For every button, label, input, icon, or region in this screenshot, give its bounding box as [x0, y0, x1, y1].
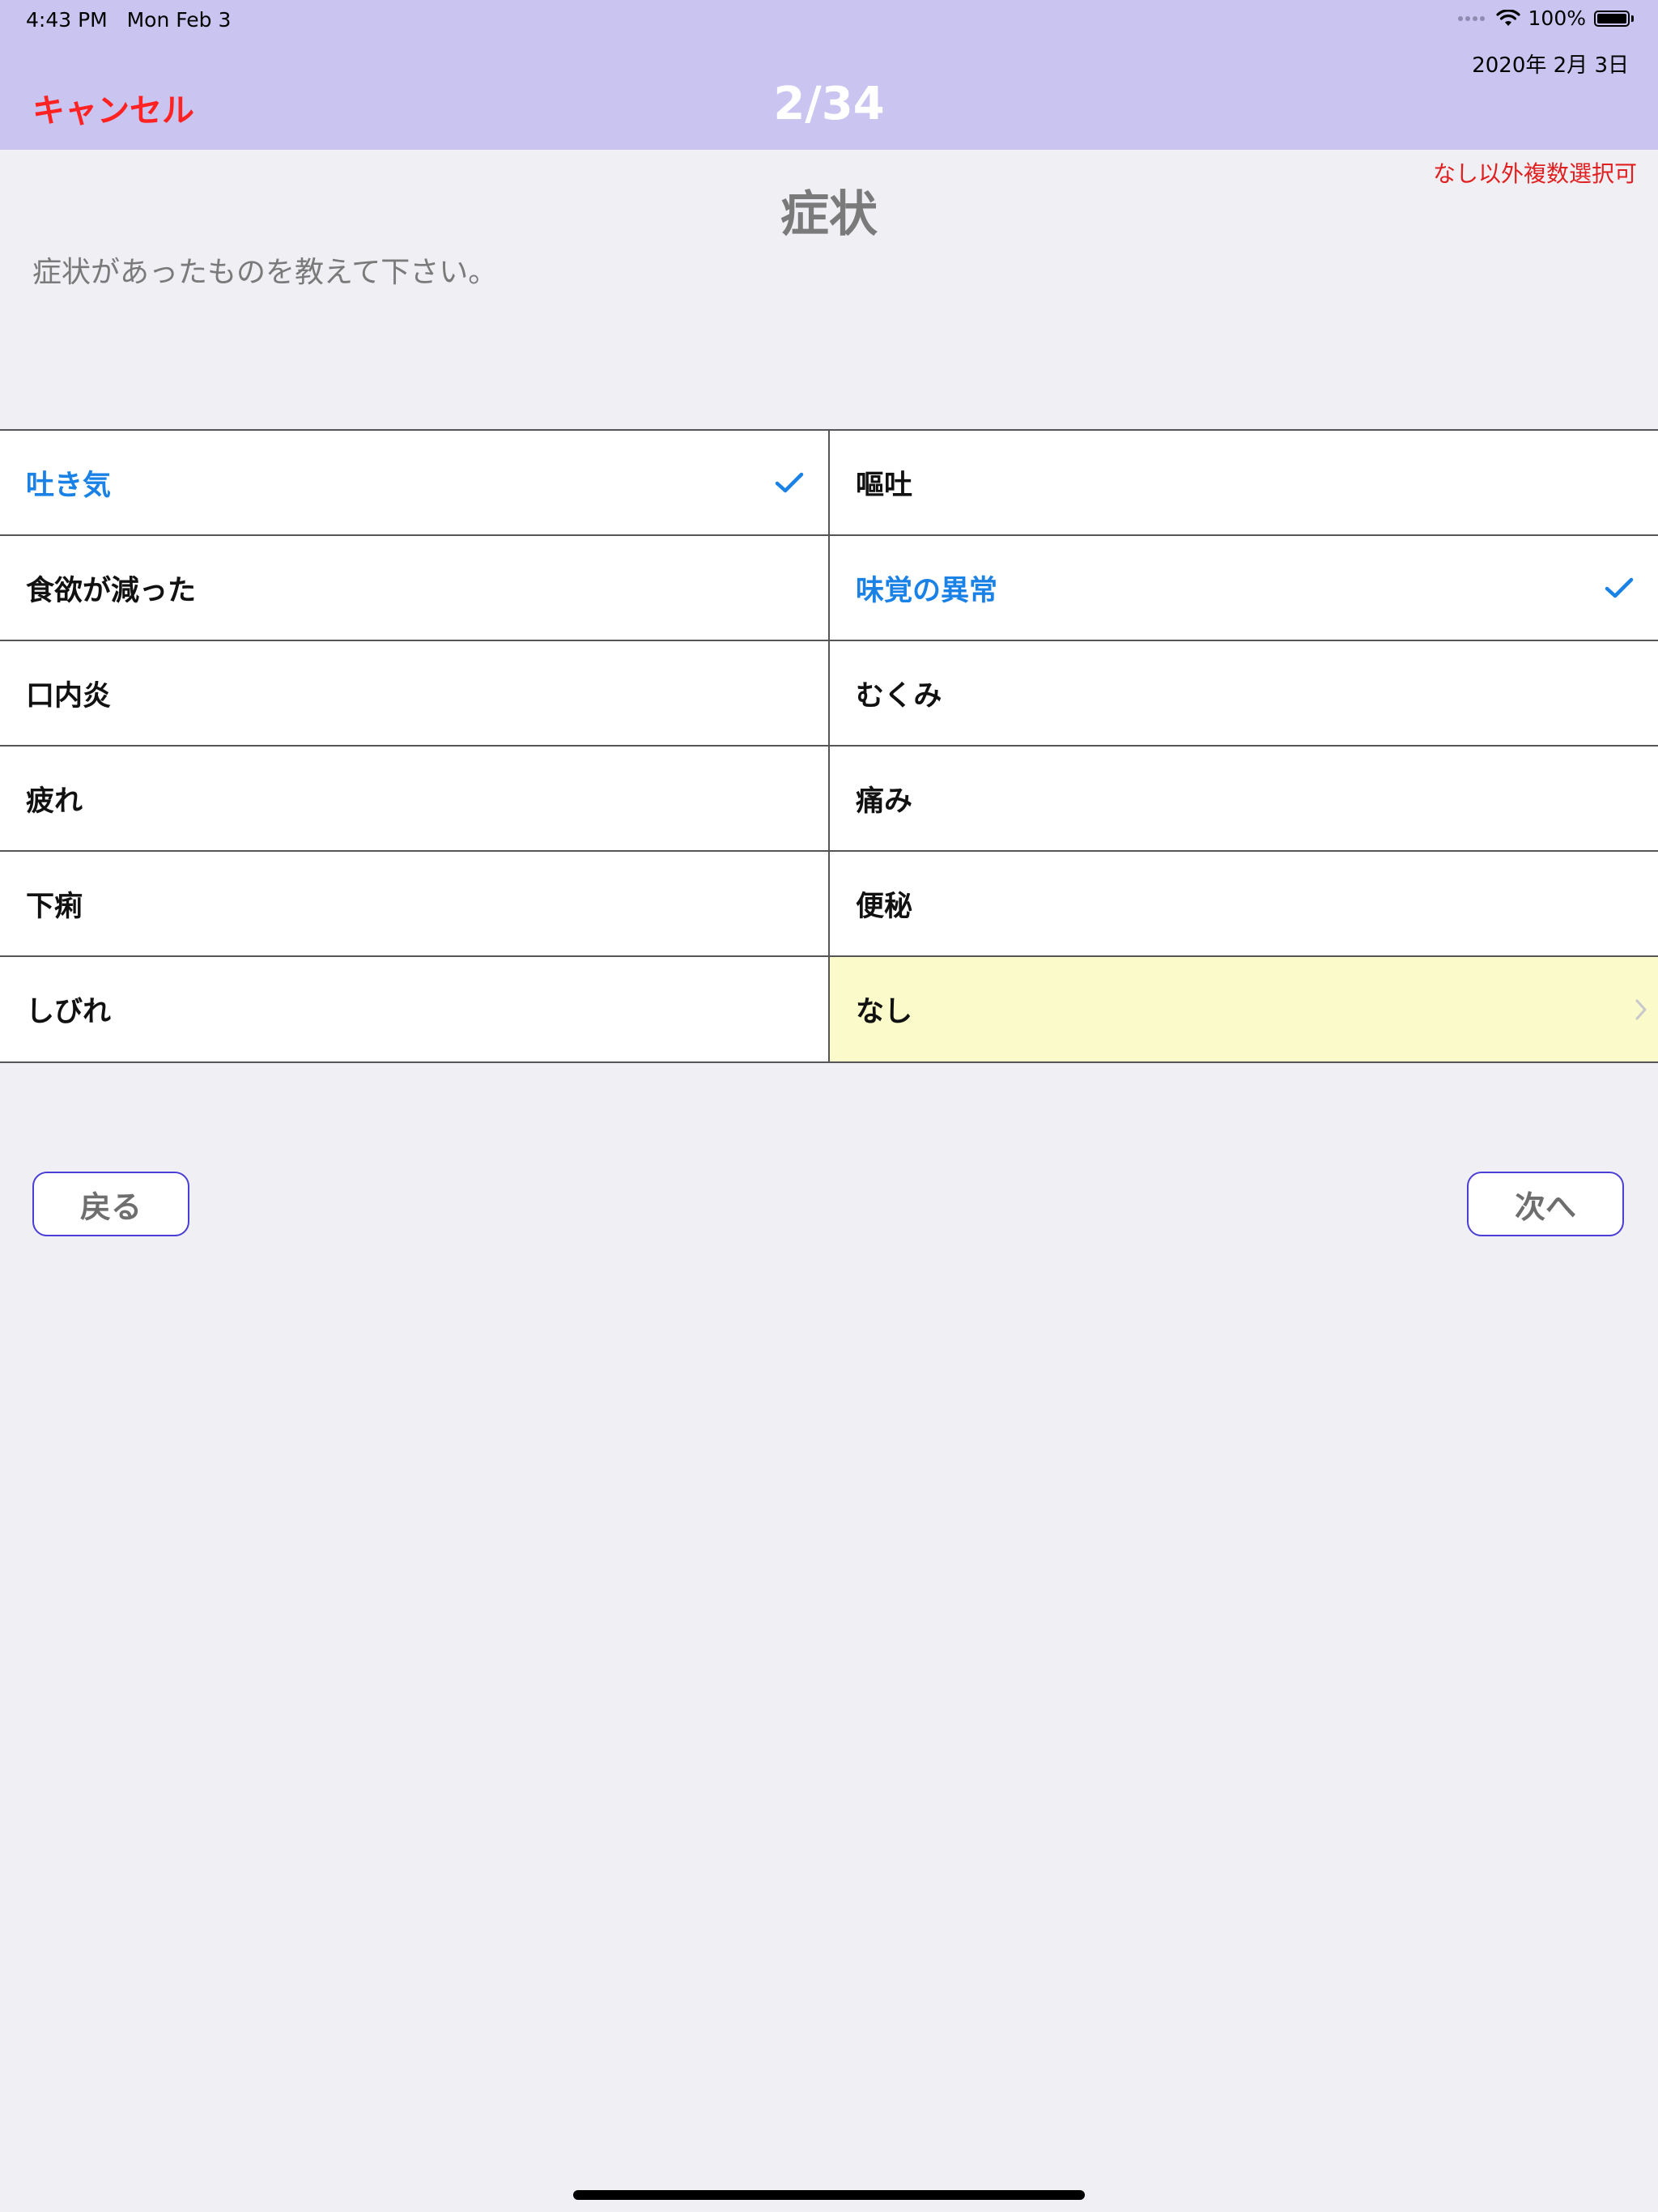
- option-row: 食欲が減った 味覚の異常: [0, 536, 1658, 641]
- option-row: 疲れ 痛み: [0, 747, 1658, 852]
- home-indicator[interactable]: [573, 2190, 1085, 2200]
- option-row: しびれ なし: [0, 957, 1658, 1063]
- option-item[interactable]: 便秘: [830, 852, 1658, 955]
- option-item[interactable]: 下痢: [0, 852, 830, 955]
- option-label: なし: [856, 996, 913, 1028]
- option-label: 吐き気: [26, 469, 112, 502]
- checkmark-icon: [1605, 577, 1634, 598]
- progress-indicator: 2/34: [773, 78, 885, 130]
- navigation-header: 4:43 PM Mon Feb 3 100% 2020年 2月 3日 キャンセル…: [0, 0, 1658, 150]
- option-label: 痛み: [856, 785, 913, 818]
- option-label: 嘔吐: [856, 469, 913, 502]
- battery-icon: [1594, 10, 1630, 27]
- option-label: 疲れ: [26, 785, 83, 818]
- option-item[interactable]: しびれ: [0, 957, 830, 1061]
- option-item[interactable]: 嘔吐: [830, 431, 1658, 534]
- question-title: 症状: [780, 186, 878, 243]
- option-item[interactable]: 口内炎: [0, 641, 830, 745]
- option-label: 便秘: [856, 890, 913, 923]
- status-time: 4:43 PM Mon Feb 3: [26, 8, 231, 32]
- option-item[interactable]: むくみ: [830, 641, 1658, 745]
- option-label: 口内炎: [26, 679, 112, 713]
- option-row: 吐き気 嘔吐: [0, 431, 1658, 536]
- option-row: 口内炎 むくみ: [0, 641, 1658, 747]
- status-date: Mon Feb 3: [126, 8, 232, 32]
- date-label: 2020年 2月 3日: [1472, 53, 1629, 78]
- status-indicators: 100%: [1457, 6, 1634, 30]
- option-item[interactable]: 疲れ: [0, 747, 830, 850]
- option-label: むくみ: [856, 679, 942, 713]
- battery-percent: 100%: [1528, 6, 1586, 30]
- back-button[interactable]: 戻る: [32, 1172, 189, 1236]
- status-clock: 4:43 PM: [26, 8, 108, 32]
- option-label: 味覚の異常: [856, 574, 998, 607]
- next-button[interactable]: 次へ: [1467, 1172, 1624, 1236]
- option-label: しびれ: [26, 996, 112, 1028]
- option-label: 食欲が減った: [26, 574, 197, 607]
- option-label: 下痢: [26, 890, 83, 923]
- option-item[interactable]: なし: [830, 957, 1658, 1061]
- wifi-icon: [1495, 9, 1520, 26]
- option-item[interactable]: 痛み: [830, 747, 1658, 850]
- checkmark-icon: [775, 472, 804, 493]
- options-grid: 吐き気 嘔吐食欲が減った 味覚の異常口内炎 むくみ疲れ 痛み下痢 便秘しびれ なし: [0, 429, 1658, 1063]
- option-item[interactable]: 吐き気: [0, 431, 830, 534]
- option-row: 下痢 便秘: [0, 852, 1658, 957]
- option-item[interactable]: 味覚の異常: [830, 536, 1658, 640]
- chevron-right-icon: [1635, 999, 1647, 1019]
- signal-icon: [1457, 15, 1485, 21]
- question-text: 症状があったものを教えて下さい。: [32, 256, 498, 289]
- option-item[interactable]: 食欲が減った: [0, 536, 830, 640]
